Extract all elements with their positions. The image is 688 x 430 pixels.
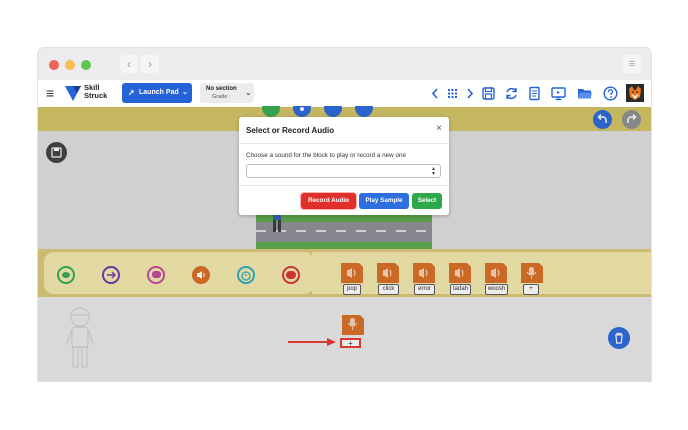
present-screen-icon[interactable] (550, 85, 567, 102)
close-window-button[interactable] (49, 60, 59, 70)
select-arrows-icon: ▴ ▾ (431, 166, 435, 177)
browser-titlebar: ‹ › ≡ (38, 48, 651, 80)
document-icon[interactable] (526, 85, 543, 102)
logo-text: Skill Struck (84, 84, 107, 100)
minimize-window-button[interactable] (65, 60, 75, 70)
avatar[interactable] (626, 84, 644, 102)
launch-pad-button[interactable]: ➚ Launch Pad ⌄ (122, 83, 192, 103)
close-icon[interactable]: × (436, 123, 442, 134)
skillstruck-logo (65, 86, 81, 101)
launch-pad-label: Launch Pad (139, 89, 179, 96)
browser-forward-button[interactable]: › (141, 55, 159, 73)
logo-line-2: Struck (84, 91, 108, 100)
record-audio-button[interactable]: Record Audio (301, 193, 356, 209)
save-icon[interactable] (480, 85, 497, 102)
chevron-left-icon[interactable] (427, 85, 444, 102)
section-selector[interactable]: No section Grade ⌄ (200, 83, 254, 103)
help-icon[interactable] (602, 85, 619, 102)
app-header: ≡ Skill Struck ➚ Launch Pad ⌄ No section… (38, 80, 651, 107)
dialog-divider (239, 143, 449, 144)
dialog-description: Choose a sound for the block to play or … (246, 152, 406, 159)
browser-back-button[interactable]: ‹ (120, 55, 138, 73)
play-sample-button[interactable]: Play Sample (359, 193, 409, 209)
chevron-right-icon[interactable] (461, 85, 478, 102)
chevron-down-icon: ⌄ (182, 89, 188, 96)
dialog-title: Select or Record Audio (246, 126, 335, 135)
select-audio-dialog: Select or Record Audio × Choose a sound … (239, 117, 449, 215)
hamburger-menu-icon[interactable]: ≡ (46, 86, 54, 100)
folder-icon[interactable] (576, 85, 593, 102)
browser-menu-button[interactable]: ≡ (623, 55, 641, 73)
sound-select[interactable]: ▴ ▾ (246, 164, 441, 178)
chevron-down-icon: ⌄ (245, 88, 252, 97)
rocket-icon: ➚ (128, 88, 135, 97)
select-button[interactable]: Select (412, 193, 442, 209)
section-name: No section (206, 86, 237, 92)
maximize-window-button[interactable] (81, 60, 91, 70)
section-grade: Grade (212, 94, 228, 100)
refresh-icon[interactable] (503, 85, 520, 102)
dialog-footer-divider (239, 185, 449, 186)
grid-icon[interactable] (444, 85, 461, 102)
